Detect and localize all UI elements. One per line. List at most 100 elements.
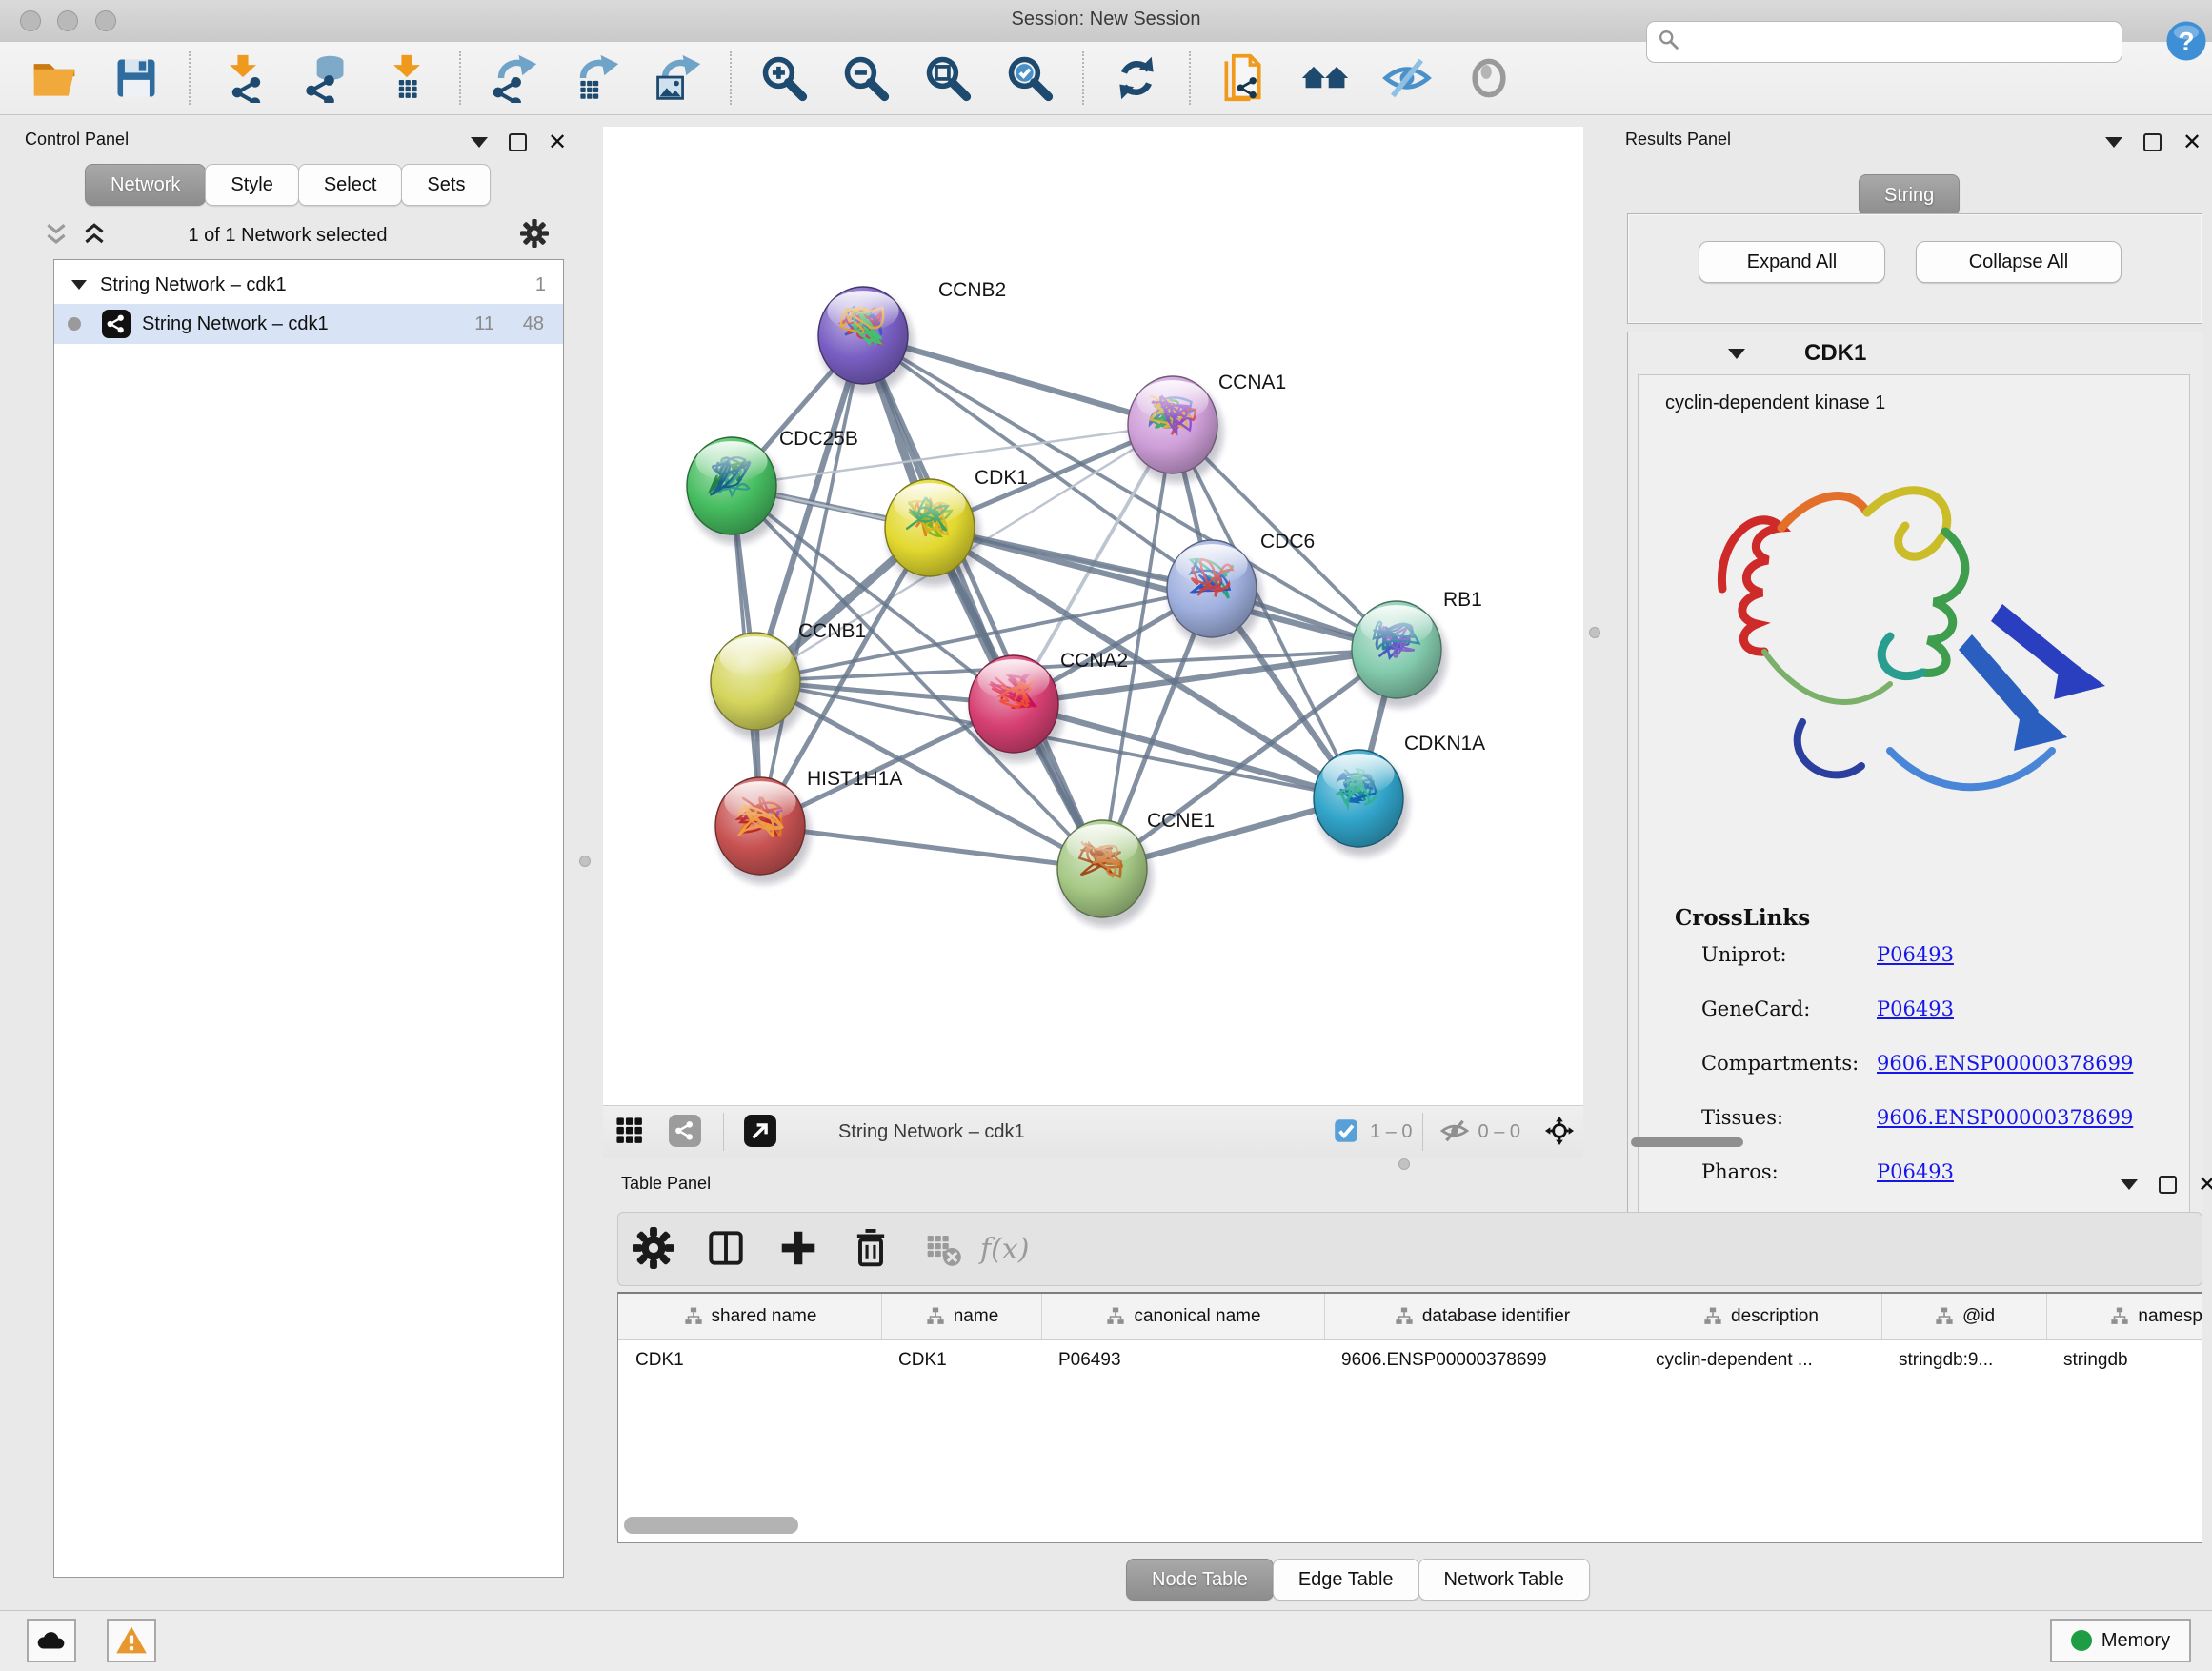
network-canvas[interactable]: CCNB2 CCNA1 CDC25B CDK1 CDC6 RB1 CCNB1 C… — [603, 127, 1583, 1105]
maximize-panel-icon[interactable] — [2159, 1176, 2177, 1194]
table-cell[interactable]: CDK1 — [881, 1339, 1041, 1381]
crosslink-link[interactable]: P06493 — [1877, 997, 1954, 1020]
table-row[interactable]: CDK1CDK1P064939606.ENSP00000378699cyclin… — [618, 1339, 2202, 1381]
network-selection-status: 1 of 1 Network selected — [8, 225, 568, 247]
column-header-shared-name[interactable]: shared name — [618, 1294, 881, 1339]
node-RB1[interactable] — [1352, 601, 1447, 708]
table-horizontal-scrollbar[interactable] — [624, 1517, 798, 1534]
help-button[interactable]: ? — [2164, 19, 2208, 63]
node-HIST1H1A[interactable] — [715, 777, 811, 884]
toolbar-zoom-selected-button[interactable] — [1002, 50, 1057, 106]
add-column-icon[interactable] — [777, 1227, 821, 1271]
warnings-button[interactable] — [107, 1619, 156, 1662]
results-tab-string[interactable]: String — [1860, 174, 1960, 216]
collapse-collection-icon[interactable] — [71, 280, 87, 290]
detach-view-icon[interactable] — [742, 1113, 780, 1151]
right-splitter-handle[interactable] — [1589, 627, 1600, 638]
float-panel-icon[interactable] — [471, 137, 488, 148]
network-options-gear-icon[interactable] — [520, 219, 549, 252]
node-CCNB2[interactable] — [818, 287, 914, 393]
crosslink-link[interactable]: 9606.ENSP00000378699 — [1877, 1106, 2133, 1129]
search-input[interactable] — [1681, 24, 2122, 60]
node-CDK1[interactable] — [885, 479, 980, 586]
network-overview-icon[interactable] — [667, 1113, 705, 1151]
close-panel-icon[interactable]: ✕ — [548, 133, 567, 151]
table-cell[interactable]: CDK1 — [618, 1339, 881, 1381]
toolbar-save-session-button[interactable] — [109, 50, 164, 106]
collapse-all-button[interactable]: Collapse All — [1916, 241, 2122, 283]
toolbar-hide-panels-button[interactable] — [1379, 50, 1435, 106]
toolbar-import-network-from-database-button[interactable] — [297, 50, 352, 106]
toolbar-zoom-fit-button[interactable] — [920, 50, 975, 106]
toolbar-import-network-from-file-button[interactable] — [215, 50, 271, 106]
toolbar-network-file-share-button[interactable] — [1216, 50, 1271, 106]
memory-button[interactable]: Memory — [2050, 1619, 2191, 1662]
search-box[interactable] — [1646, 21, 2122, 63]
show-columns-icon[interactable] — [705, 1227, 749, 1271]
selected-checkbox-icon[interactable] — [1332, 1117, 1362, 1147]
toolbar-zoom-in-button[interactable] — [756, 50, 812, 106]
toolbar-export-image-button[interactable] — [650, 50, 705, 106]
tab-node-table[interactable]: Node Table — [1126, 1559, 1274, 1601]
expand-all-button[interactable]: Expand All — [1699, 241, 1885, 283]
status-bar: Memory — [0, 1610, 2212, 1671]
float-panel-icon[interactable] — [2105, 137, 2122, 148]
fit-selected-crosshair-icon[interactable] — [1545, 1117, 1576, 1147]
crosslink-link[interactable]: P06493 — [1877, 943, 1954, 966]
table-cell[interactable]: P06493 — [1041, 1339, 1324, 1381]
maximize-panel-icon[interactable] — [509, 133, 527, 151]
node-CDKN1A[interactable] — [1314, 750, 1409, 856]
tab-network[interactable]: Network — [85, 164, 206, 206]
network-row[interactable]: String Network – cdk1 11 48 — [54, 304, 563, 344]
control-panel-tabs: NetworkStyleSelectSets — [86, 164, 491, 206]
table-cell[interactable]: stringdb:9... — [1881, 1339, 2046, 1381]
toolbar-show-overview-button[interactable] — [1461, 50, 1517, 106]
delete-column-icon[interactable] — [850, 1227, 894, 1271]
node-CDC6[interactable] — [1167, 540, 1262, 647]
results-buttons-box: Expand All Collapse All — [1627, 213, 2202, 324]
toolbar-export-table-button[interactable] — [568, 50, 623, 106]
column-header-database-identifier[interactable]: database identifier — [1324, 1294, 1639, 1339]
network-collection-row[interactable]: String Network – cdk1 1 — [54, 266, 563, 304]
toolbar-zoom-out-button[interactable] — [838, 50, 894, 106]
toolbar-export-network-button[interactable] — [486, 50, 541, 106]
toolbar-separator — [459, 51, 461, 105]
column-header-description[interactable]: description — [1639, 1294, 1881, 1339]
edge-CCNB2-HIST1H1A[interactable] — [760, 335, 863, 826]
column-header-canonical-name[interactable]: canonical name — [1041, 1294, 1324, 1339]
table-options-gear-icon[interactable] — [633, 1227, 676, 1271]
crosslink-link[interactable]: 9606.ENSP00000378699 — [1877, 1052, 2133, 1075]
svg-text:?: ? — [2178, 27, 2194, 56]
column-header-name[interactable]: name — [881, 1294, 1041, 1339]
column-header--id[interactable]: @id — [1881, 1294, 2046, 1339]
cloud-status-button[interactable] — [27, 1619, 76, 1662]
node-CDC25B[interactable] — [687, 437, 782, 544]
birds-eye-grid-icon[interactable] — [612, 1113, 650, 1151]
tab-sets[interactable]: Sets — [401, 164, 491, 206]
toolbar-refresh-button[interactable] — [1109, 50, 1164, 106]
close-panel-icon[interactable]: ✕ — [2182, 133, 2202, 151]
toolbar-open-session-button[interactable] — [27, 50, 82, 106]
float-panel-icon[interactable] — [2121, 1179, 2138, 1190]
toolbar-show-all-panels-button[interactable] — [1297, 50, 1353, 106]
edge-HIST1H1A-CCNE1[interactable] — [760, 826, 1102, 869]
maximize-panel-icon[interactable] — [2143, 133, 2162, 151]
tab-select[interactable]: Select — [298, 164, 403, 206]
collapse-section-icon[interactable] — [1728, 349, 1745, 359]
tab-network-table[interactable]: Network Table — [1418, 1559, 1590, 1601]
left-splitter-handle[interactable] — [579, 856, 591, 867]
node-CCNE1[interactable] — [1057, 820, 1153, 927]
results-horizontal-scrollbar[interactable] — [1631, 1137, 1743, 1147]
gene-section-header[interactable]: CDK1 — [1628, 332, 2202, 374]
tab-edge-table[interactable]: Edge Table — [1273, 1559, 1419, 1601]
column-header-namespace[interactable]: namespace — [2046, 1294, 2202, 1339]
table-cell[interactable]: cyclin-dependent ... — [1639, 1339, 1881, 1381]
table-cell[interactable]: 9606.ENSP00000378699 — [1324, 1339, 1639, 1381]
node-CCNA1[interactable] — [1128, 376, 1223, 483]
toolbar-import-table-from-file-button[interactable] — [379, 50, 434, 106]
hidden-eye-slash-icon[interactable] — [1440, 1117, 1471, 1147]
table-cell[interactable]: stringdb — [2046, 1339, 2202, 1381]
table-toolbar: f(x) — [617, 1212, 2202, 1286]
tab-style[interactable]: Style — [205, 164, 298, 206]
close-panel-icon[interactable]: ✕ — [2198, 1176, 2212, 1194]
